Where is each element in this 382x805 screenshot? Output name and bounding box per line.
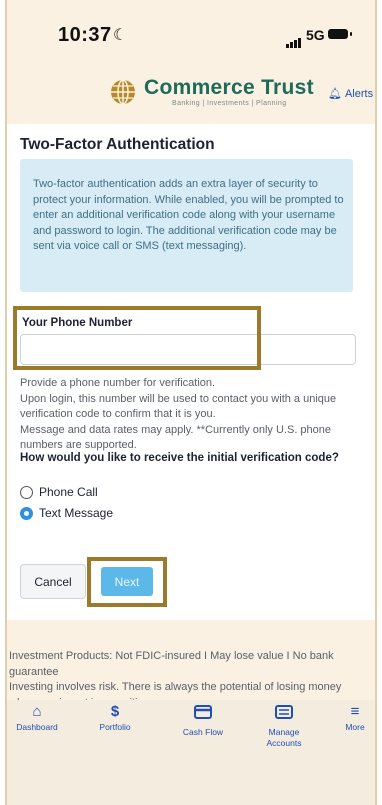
home-icon: ⌂ [32,703,42,720]
status-bar: 10:37 ☾ 5G [0,0,372,72]
disclaimer-line-1: Investment Products: Not FDIC-insured I … [9,650,334,678]
nav-portfolio[interactable]: $ Portfolio [90,702,140,733]
nav-label-portfolio: Portfolio [99,722,131,732]
cancel-button[interactable]: Cancel [20,564,86,599]
page-title: Two-Factor Authentication [20,136,215,153]
radio-label-phone-call: Phone Call [39,485,98,499]
nav-label-manage-accounts: Manage Accounts [266,727,302,748]
menu-icon: ≡ [350,703,360,720]
globe-logo-icon [111,79,135,105]
focus-moon-icon: ☾ [113,27,128,44]
status-time: 10:37 [58,24,112,46]
delivery-question: How would you like to receive the initia… [20,452,339,464]
help-line-2: Upon login, this number will be used to … [20,392,337,421]
info-text: Two-factor authentication adds an extra … [33,178,344,252]
accounts-icon [275,705,293,719]
help-line-3: Message and data rates may apply. **Curr… [20,423,332,452]
help-text: Provide a phone number for verification.… [20,376,360,454]
next-highlight-box [87,557,167,607]
frame-border-right [375,0,377,805]
radio-label-text-message: Text Message [39,506,114,520]
card-icon [194,705,212,719]
nav-more[interactable]: ≡ More [340,702,370,733]
help-line-1: Provide a phone number for verification. [20,377,216,389]
nav-label-cash-flow: Cash Flow [182,727,224,737]
phone-highlight-box [13,306,261,370]
alerts-label: Alerts [344,88,374,100]
nav-label-more: More [345,722,365,732]
alerts-link[interactable]: 🔔︎ Alerts [328,87,373,100]
radio-button[interactable] [20,485,33,499]
bell-icon: 🔔︎ [328,88,342,100]
brand-name: Commerce Trust [144,76,314,99]
network-type: 5G [306,27,325,43]
nav-dashboard[interactable]: ⌂ Dashboard [9,702,65,733]
signal-icon [286,30,302,48]
radio-phone-call[interactable]: Phone Call [20,483,98,501]
nav-label-dashboard: Dashboard [16,722,58,732]
brand-tagline: Banking | Investments | Planning [172,100,287,107]
battery-icon [328,29,352,39]
radio-text-message[interactable]: Text Message [20,504,113,522]
nav-cash-flow[interactable]: Cash Flow [176,702,230,738]
nav-manage-accounts[interactable]: Manage Accounts [258,702,310,749]
dollar-icon: $ [110,703,120,720]
radio-button-selected[interactable] [20,506,33,520]
